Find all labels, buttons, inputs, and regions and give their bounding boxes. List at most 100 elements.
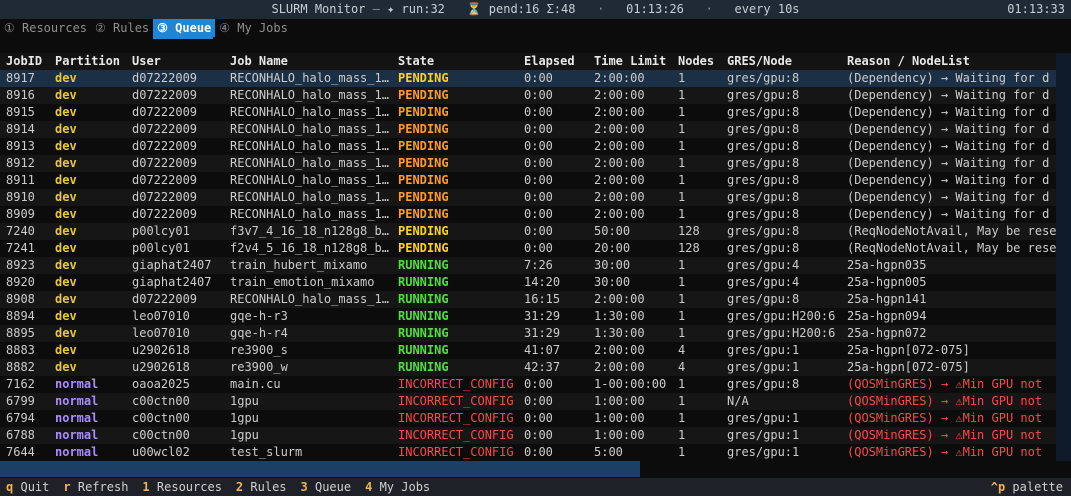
partition-cell: dev [55,292,77,306]
pending-count: pend:16 [488,2,540,16]
elapsed-cell: 42:37 [524,360,561,374]
reason-nodelist-cell: (Dependency) → Waiting for d [847,122,1050,136]
column-header-gres-per-node[interactable]: GRES/Node [727,53,846,70]
column-header-elapsed[interactable]: Elapsed [524,53,593,70]
user-cell: d07222009 [132,173,198,187]
job-id-cell: 7240 [6,224,35,238]
user-cell: oaoa2025 [132,377,190,391]
reason-nodelist-cell: 25a-hgpn[072-075] [847,343,970,357]
title-bar-status: SLURM Monitor — ✦ run:32 ⏳ pend:16 Σ:48 … [0,0,1071,19]
nodes-cell: 1 [678,71,686,85]
job-id-cell: 8883 [6,343,35,357]
tab-my-jobs[interactable]: ④ My Jobs [215,19,292,37]
time-limit-cell: 1:30:00 [594,309,645,323]
hourglass-icon: ⏳ [466,2,482,16]
user-cell: u00wcl02 [132,445,190,459]
key-label: Resources [156,480,222,494]
user-cell: u2902618 [132,343,190,357]
footer-palette[interactable]: ^p palette [991,478,1063,496]
footer-my-jobs[interactable]: 4 My Jobs [365,480,430,494]
table-row[interactable]: 8883 dev u2902618 re3900_s RUNNING 41:07 2:00:… [0,342,1056,359]
table-row[interactable]: 8914 dev d07222009 RECONHALO_halo_mass_1… PE… [0,121,1056,138]
queue-table[interactable]: JobID Partition User Job Name State Elapsed Ti… [0,53,1071,461]
table-row[interactable]: 8882 dev u2902618 re3900_w RUNNING 42:37 2:00:… [0,359,1056,376]
reason-nodelist-cell: (Dependency) → Waiting for d [847,173,1050,187]
table-row[interactable]: 7644 normal u00wcl02 test_slurm INCORRECT_CO… [0,444,1056,461]
tab-number-icon: ③ [157,21,168,35]
table-row[interactable]: 8895 dev leo07010 gqe-h-r4 RUNNING 31:29 1:30:… [0,325,1056,342]
user-cell: d07222009 [132,292,198,306]
table-row[interactable]: 8909 dev d07222009 RECONHALO_halo_mass_1… PE… [0,206,1056,223]
nodes-cell: 1 [678,173,686,187]
table-row[interactable]: 7162 normal oaoa2025 main.cu INCORRECT_CONFI… [0,376,1056,393]
user-cell: d07222009 [132,207,198,221]
footer-queue[interactable]: 3 Queue [301,480,352,494]
reason-nodelist-cell: (Dependency) → Waiting for d [847,105,1050,119]
nodes-cell: 1 [678,258,686,272]
vertical-scrollbar[interactable] [1056,53,1071,461]
elapsed-cell: 14:20 [524,275,561,289]
footer-quit[interactable]: q Quit [6,480,49,494]
job-name-cell: RECONHALO_halo_mass_1… [230,122,389,136]
job-id-cell: 8917 [6,71,35,85]
user-cell: d07222009 [132,71,198,85]
state-cell: PENDING [398,241,449,255]
column-header-reason-nodelist[interactable]: Reason / NodeList [847,53,1056,70]
reason-nodelist-cell: (Dependency) → Waiting for d [847,207,1050,221]
table-row[interactable]: 8916 dev d07222009 RECONHALO_halo_mass_1… PE… [0,87,1056,104]
state-cell: RUNNING [398,326,449,340]
nodes-cell: 128 [678,224,700,238]
column-header-state[interactable]: State [398,53,523,70]
column-header-time-limit[interactable]: Time Limit [594,53,677,70]
table-row[interactable]: 8912 dev d07222009 RECONHALO_halo_mass_1… PE… [0,155,1056,172]
footer-rules[interactable]: 2 Rules [236,480,287,494]
tab-queue[interactable]: ③ Queue [153,19,216,37]
table-row[interactable]: 8908 dev d07222009 RECONHALO_halo_mass_1… RU… [0,291,1056,308]
horizontal-scrollbar[interactable] [0,461,640,477]
column-header-job-name[interactable]: Job Name [230,53,396,70]
partition-cell: normal [55,445,99,459]
table-row[interactable]: 6788 normal c00ctn00 1gpu INCORRECT_CONFIG 0:… [0,427,1056,444]
table-row[interactable]: 7241 dev p00lcy01 f2v4_5_16_18_n128g8_b… PEN… [0,240,1056,257]
job-name-cell: RECONHALO_halo_mass_1… [230,190,389,204]
tab-resources[interactable]: ① Resources [0,19,91,37]
table-row[interactable]: 6794 normal c00ctn00 1gpu INCORRECT_CONFIG 0:… [0,410,1056,427]
queue-table-grid: JobID Partition User Job Name State Elapsed Ti… [0,53,1056,461]
gres-per-node-cell: N/A [727,394,749,408]
column-header-job-id[interactable]: JobID [6,53,54,70]
footer-refresh[interactable]: r Refresh [63,480,128,494]
job-id-cell: 7644 [6,445,35,459]
table-row[interactable]: 8923 dev giaphat2407 train_hubert_mixamo RUN… [0,257,1056,274]
table-row[interactable]: 8915 dev d07222009 RECONHALO_halo_mass_1… PE… [0,104,1056,121]
tab-rules[interactable]: ② Rules [91,19,153,37]
table-row[interactable]: 8913 dev d07222009 RECONHALO_halo_mass_1… PE… [0,138,1056,155]
table-row[interactable]: 8917 dev d07222009 RECONHALO_halo_mass_1… PE… [0,70,1056,87]
gres-per-node-cell: gres/gpu:8 [727,173,800,187]
tab-label: Queue [175,21,212,35]
table-row[interactable]: 8911 dev d07222009 RECONHALO_halo_mass_1… PE… [0,172,1056,189]
time-limit-cell: 30:00 [594,258,631,272]
tab-label: My Jobs [237,21,288,35]
table-row[interactable]: 8910 dev d07222009 RECONHALO_halo_mass_1… PE… [0,189,1056,206]
table-header: JobID Partition User Job Name State Elapsed Ti… [0,53,1056,70]
column-header-user[interactable]: User [132,53,229,70]
job-id-cell: 8882 [6,360,35,374]
job-id-cell: 7241 [6,241,35,255]
footer-resources[interactable]: 1 Resources [142,480,222,494]
nodes-cell: 1 [678,428,686,442]
table-row[interactable]: 8894 dev leo07010 gqe-h-r3 RUNNING 31:29 1:30:… [0,308,1056,325]
partition-cell: dev [55,71,77,85]
partition-cell: normal [55,411,99,425]
job-id-cell: 7162 [6,377,35,391]
state-cell: PENDING [398,156,449,170]
reason-nodelist-cell: 25a-hgpn094 [847,309,927,323]
reason-nodelist-cell: 25a-hgpn072 [847,326,927,340]
column-header-nodes[interactable]: Nodes [678,53,726,70]
table-row[interactable]: 6799 normal c00ctn00 1gpu INCORRECT_CONFIG 0:… [0,393,1056,410]
column-header-partition[interactable]: Partition [55,53,131,70]
title-dash: — [372,2,380,16]
gres-per-node-cell: gres/gpu:1 [727,428,800,442]
table-row[interactable]: 8920 dev giaphat2407 train_emotion_mixamo RU… [0,274,1056,291]
job-name-cell: train_emotion_mixamo [230,275,375,289]
table-row[interactable]: 7240 dev p00lcy01 f3v7_4_16_18_n128g8_b… PEN… [0,223,1056,240]
